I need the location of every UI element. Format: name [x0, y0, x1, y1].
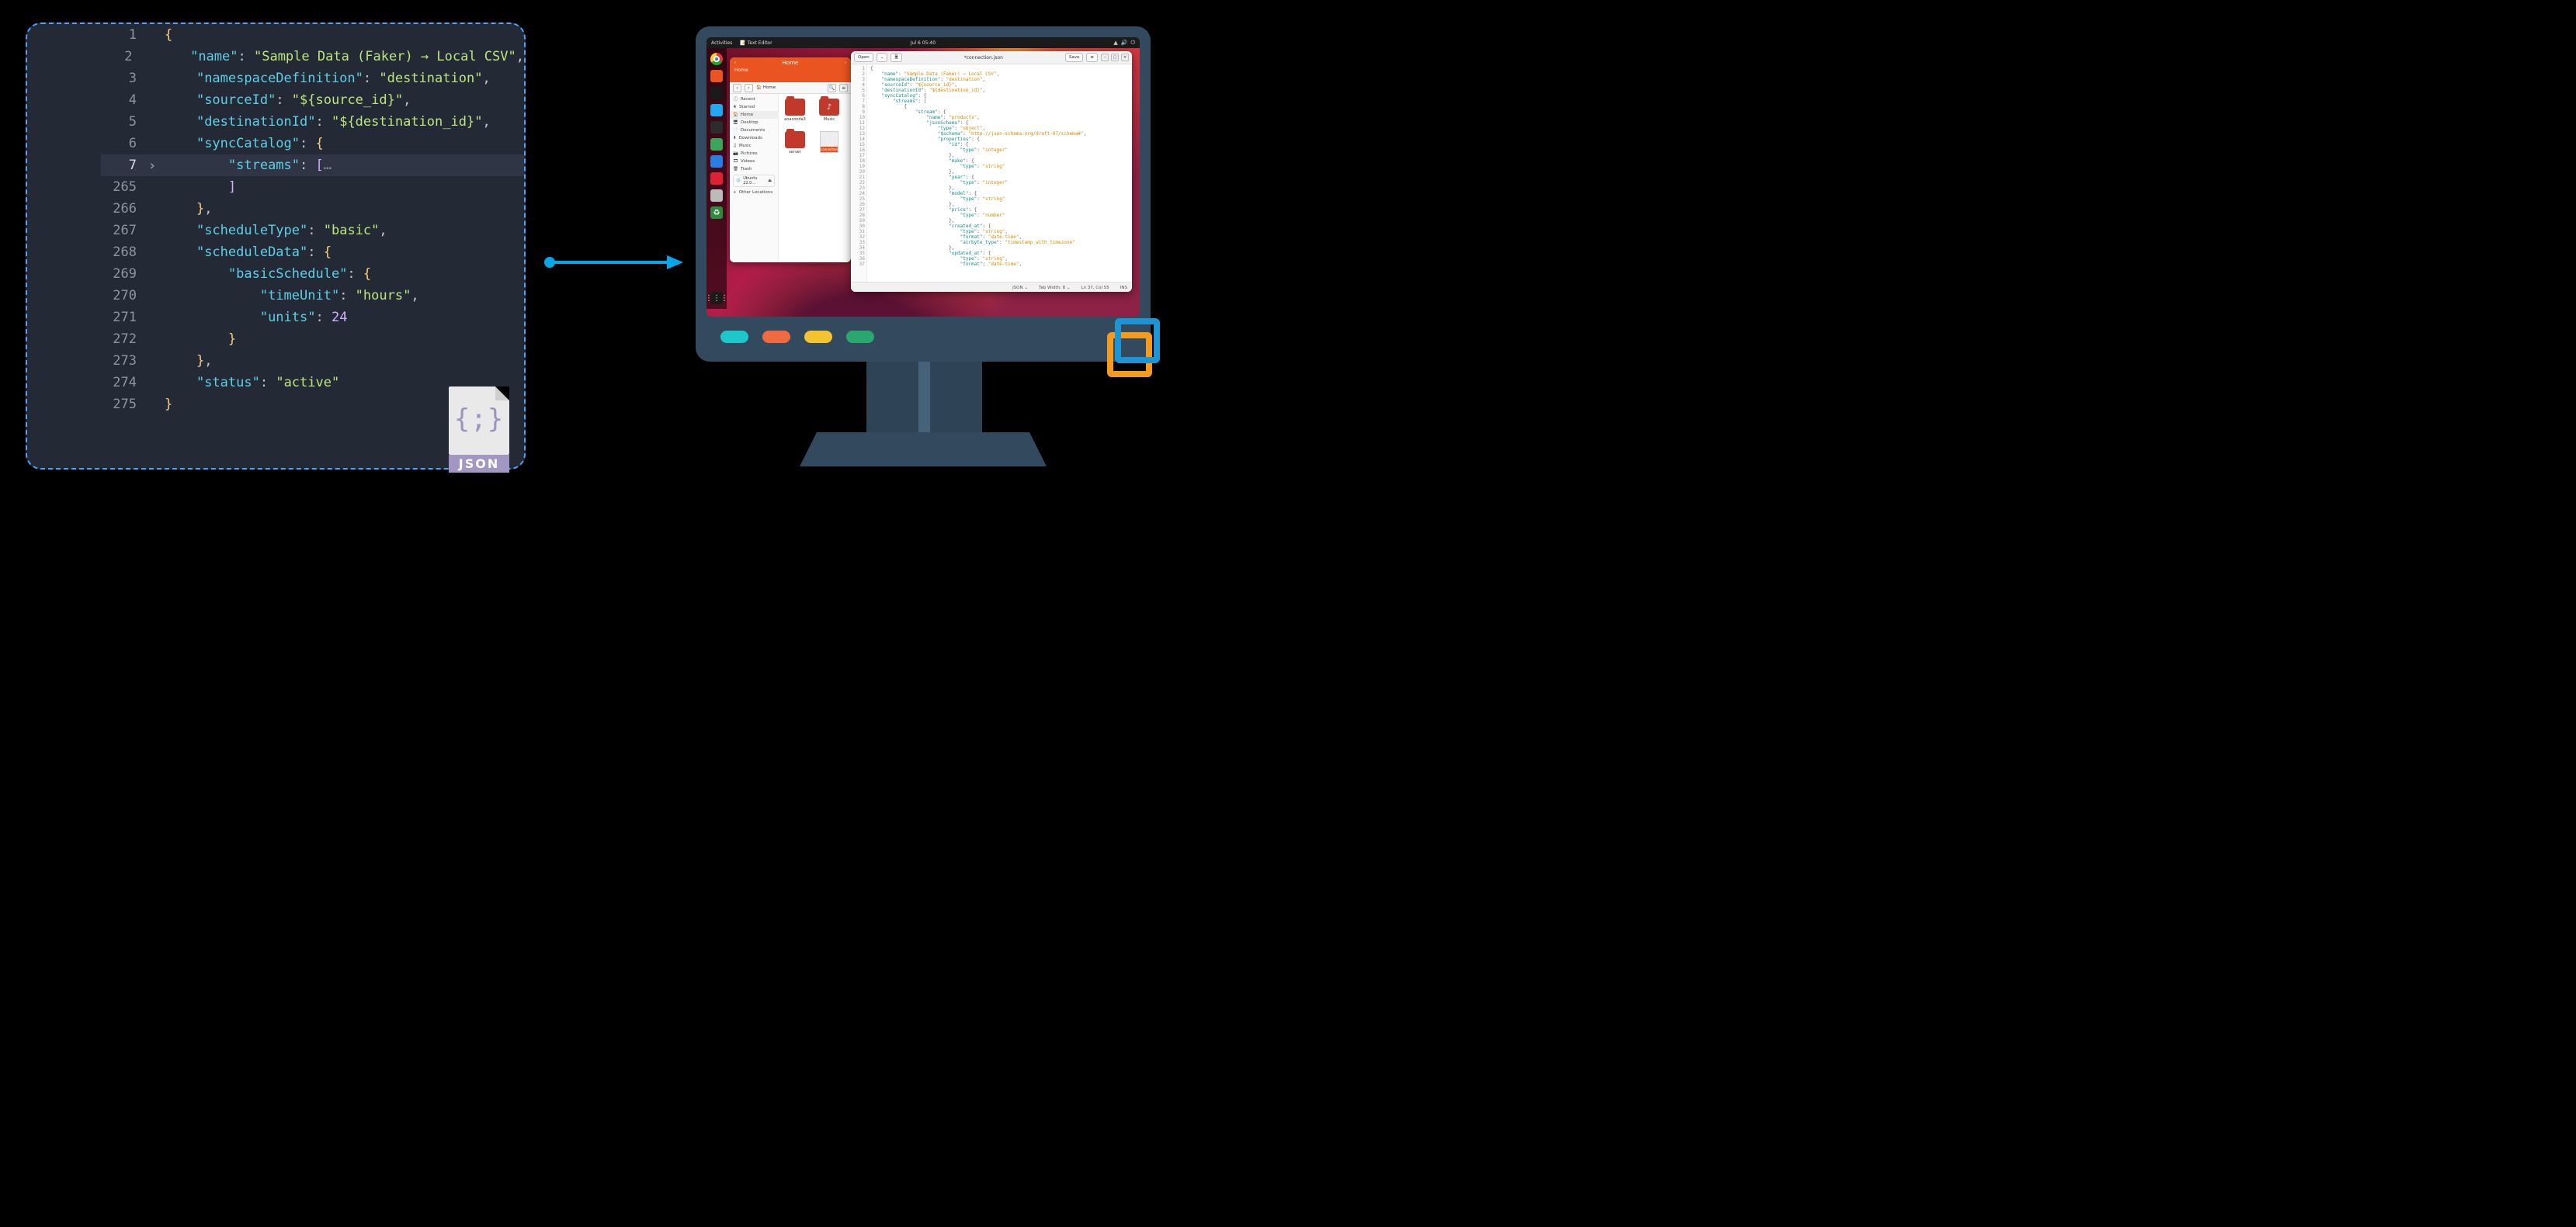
sidebar-other-locations[interactable]: +Other Locations — [730, 189, 778, 196]
dock-chrome-icon[interactable] — [710, 53, 723, 65]
sidebar-drive[interactable]: 💿Ubuntu 22.0…⏏ — [733, 175, 775, 187]
power-icon[interactable]: ⏻ — [1130, 40, 1135, 47]
dock-disc-icon[interactable] — [710, 189, 723, 202]
topbar-clock[interactable]: Jul 6 05:40 — [706, 40, 1140, 46]
nautilus-crumb-home[interactable]: 🏠 Home — [756, 85, 776, 90]
nautilus-subtitle: Home — [734, 68, 748, 73]
system-tray[interactable]: ▲ 🔊 ⏻ — [1113, 37, 1135, 48]
new-doc-button[interactable]: 🗎 — [890, 53, 901, 62]
nautilus-crumb-label: Home — [763, 85, 776, 90]
sidebar-item-recent[interactable]: 🕘Recent — [730, 95, 778, 103]
json-file-badge: {;} JSON — [449, 386, 511, 473]
nautilus-header: ‹ Home › Home — [730, 57, 851, 82]
gedit-window[interactable]: Open ⌄ 🗎 *connection.json Save ≡ – ▢ × 1… — [851, 51, 1132, 292]
json-file-badge-label: JSON — [449, 455, 509, 473]
dock-terminal-icon[interactable] — [710, 121, 723, 133]
nautilus-fwd-button[interactable]: › — [845, 61, 846, 65]
status-ins: INS — [1120, 286, 1127, 290]
monitor-neck — [866, 362, 982, 438]
file-item[interactable]: Music — [816, 99, 842, 122]
gedit-gutter: 1234567891011121314151617181920212223242… — [851, 64, 867, 282]
led-icon — [846, 331, 874, 343]
dock-app2-icon[interactable] — [710, 172, 723, 185]
sidebar-item-home[interactable]: 🏠Home — [730, 111, 778, 119]
gedit-title: *connection.json — [905, 55, 1062, 61]
monitor-screen: Activities 📝 Text Editor Jul 6 05:40 ▲ 🔊… — [706, 37, 1140, 317]
nautilus-grid: anaconda3 Music server connection.json — [779, 94, 851, 262]
open-dropdown-button[interactable]: ⌄ — [877, 53, 888, 62]
network-icon[interactable]: ▲ — [1113, 40, 1117, 46]
led-icon — [720, 331, 748, 343]
nautilus-menu-button[interactable]: ≡ — [839, 84, 848, 92]
gedit-code[interactable]: { "name": "Sample Data (Faker) → Local C… — [867, 64, 1132, 282]
nautilus-sidebar: 🕘Recent★Starred🏠Home🖥Desktop📄Documents⬇D… — [730, 94, 779, 262]
dock-folder-icon[interactable] — [710, 87, 723, 99]
sidebar-item-videos[interactable]: 🎞Videos — [730, 158, 778, 165]
nautilus-back-button[interactable]: ‹ — [734, 61, 736, 65]
led-icon — [762, 331, 790, 343]
dock-files-icon[interactable] — [710, 70, 723, 82]
status-position: Ln 37, Col 55 — [1081, 286, 1109, 290]
sidebar-item-trash[interactable]: 🗑Trash — [730, 165, 778, 173]
volume-icon[interactable]: 🔊 — [1121, 40, 1128, 46]
nautilus-fwd2[interactable]: › — [745, 84, 753, 92]
maximize-button[interactable]: ▢ — [1111, 54, 1119, 61]
sidebar-item-downloads[interactable]: ⬇Downloads — [730, 134, 778, 142]
gedit-menu-button[interactable]: ≡ — [1086, 53, 1098, 62]
dock-app-icon[interactable] — [710, 155, 723, 168]
nautilus-title: Home — [783, 60, 799, 66]
monitor-base — [817, 432, 1029, 466]
sidebar-item-desktop[interactable]: 🖥Desktop — [730, 119, 778, 127]
save-button[interactable]: Save — [1065, 53, 1084, 62]
gedit-statusbar: JSON ⌄ Tab Width: 8 ⌄ Ln 37, Col 55 INS — [851, 282, 1132, 292]
nautilus-back2[interactable]: ‹ — [733, 84, 741, 92]
file-item[interactable]: connection.json — [816, 131, 842, 154]
close-button[interactable]: × — [1121, 54, 1129, 61]
flow-arrow — [543, 255, 683, 269]
led-icon — [804, 331, 832, 343]
minimize-button[interactable]: – — [1101, 54, 1109, 61]
dock-vscode-icon[interactable] — [710, 104, 723, 116]
status-tabwidth[interactable]: Tab Width: 8 ⌄ — [1039, 286, 1071, 290]
sidebar-item-pictures[interactable]: 📷Pictures — [730, 150, 778, 158]
gedit-header: Open ⌄ 🗎 *connection.json Save ≡ – ▢ × — [851, 51, 1132, 64]
dock-libreoffice-icon[interactable] — [710, 138, 723, 151]
file-item[interactable]: anaconda3 — [782, 99, 808, 122]
dock-trash-icon[interactable]: ♻ — [710, 206, 723, 219]
sidebar-item-starred[interactable]: ★Starred — [730, 103, 778, 111]
open-button[interactable]: Open — [854, 53, 873, 62]
monitor-frame: Activities 📝 Text Editor Jul 6 05:40 ▲ 🔊… — [696, 26, 1151, 362]
monitor-leds — [720, 331, 874, 343]
dock-apps-grid-icon[interactable]: ⋮⋮⋮ — [710, 292, 723, 304]
sidebar-item-music[interactable]: ♫Music — [730, 142, 778, 150]
editor-gutter — [27, 24, 101, 468]
nautilus-search-button[interactable]: 🔍 — [828, 84, 836, 92]
nautilus-window[interactable]: ‹ Home › Home ‹ › 🏠 Home 🔍 ≡ 🕘Recent★Sta… — [730, 57, 851, 262]
file-item[interactable]: server — [782, 131, 808, 154]
gnome-topbar: Activities 📝 Text Editor Jul 6 05:40 ▲ 🔊… — [706, 37, 1140, 48]
sidebar-item-documents[interactable]: 📄Documents — [730, 127, 778, 134]
status-lang[interactable]: JSON ⌄ — [1012, 286, 1028, 290]
ubuntu-dock: ♻ ⋮⋮⋮ — [706, 48, 727, 309]
nautilus-pathbar: ‹ › 🏠 Home 🔍 ≡ — [730, 82, 851, 94]
diagram-stage: 1{2 "name": "Sample Data (Faker) → Local… — [0, 0, 1216, 580]
